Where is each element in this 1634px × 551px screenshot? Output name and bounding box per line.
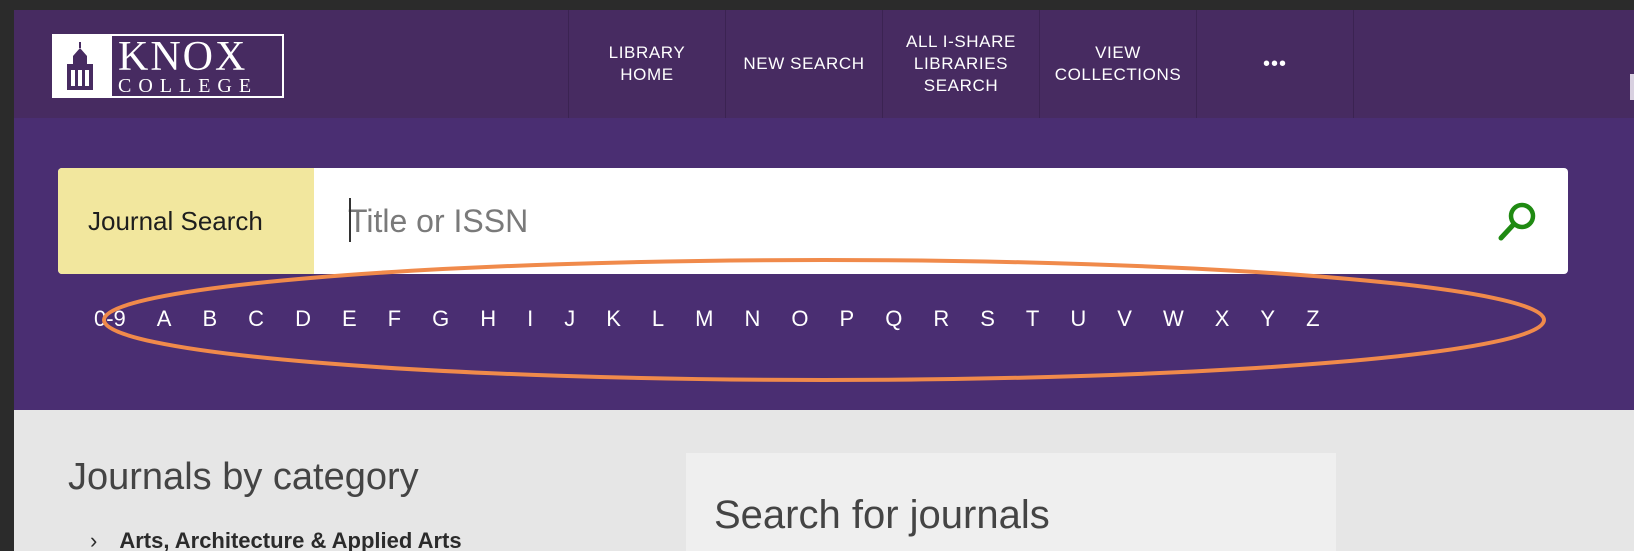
journal-search-input[interactable] [314, 168, 1468, 274]
nav-label-line: HOME [620, 65, 674, 84]
category-item-label: Arts, Architecture & Applied Arts [119, 528, 462, 551]
nav-all-ishare-search[interactable]: ALL I-SHARE LIBRARIES SEARCH [882, 10, 1039, 118]
alphabet-link-g[interactable]: G [432, 306, 449, 332]
category-item[interactable]: › Arts, Architecture & Applied Arts [90, 528, 462, 551]
nav-label-line: SEARCH [923, 76, 999, 95]
nav-label-line: LIBRARIES [913, 54, 1009, 73]
alphabet-link-s[interactable]: S [980, 306, 995, 332]
text-caret [349, 198, 351, 242]
search-button[interactable] [1468, 168, 1568, 274]
journal-search-box: Journal Search [58, 168, 1568, 274]
alphabet-link-e[interactable]: E [342, 306, 357, 332]
journal-search-label: Journal Search [58, 168, 314, 274]
search-journals-panel: Search for journals [686, 453, 1336, 551]
library-app: KNOX COLLEGE LIBRARY HOME NEW SEARCH ALL… [14, 10, 1634, 551]
nav-view-collections[interactable]: VIEW COLLECTIONS [1039, 10, 1196, 118]
alphabet-link-t[interactable]: T [1026, 306, 1039, 332]
alphabet-link-r[interactable]: R [933, 306, 949, 332]
nav-label-line: LIBRARY [608, 43, 686, 62]
screenshot-frame: KNOX COLLEGE LIBRARY HOME NEW SEARCH ALL… [0, 0, 1634, 551]
alphabet-link-c[interactable]: C [248, 306, 264, 332]
alphabet-link-a[interactable]: A [157, 306, 172, 332]
alphabet-link-0-9[interactable]: 0-9 [94, 306, 126, 332]
nav-new-search[interactable]: NEW SEARCH [725, 10, 882, 118]
alphabet-link-h[interactable]: H [480, 306, 496, 332]
alphabet-link-z[interactable]: Z [1306, 306, 1319, 332]
alphabet-link-l[interactable]: L [652, 306, 664, 332]
alphabet-link-f[interactable]: F [388, 306, 401, 332]
search-journals-heading: Search for journals [714, 493, 1050, 537]
nav-library-home[interactable]: LIBRARY HOME [568, 10, 725, 118]
alphabet-link-m[interactable]: M [695, 306, 713, 332]
alphabet-browse: 0-9 A B C D E F G H I J K L M N O P Q R S T U V W X Y Z [94, 294, 1534, 344]
alphabet-link-v[interactable]: V [1117, 306, 1132, 332]
nav-label-line: ALL I-SHARE [906, 32, 1016, 51]
content-area: Journals by category › Arts, Architectur… [14, 410, 1634, 551]
alphabet-link-k[interactable]: K [606, 306, 621, 332]
more-dots-icon: ••• [1262, 53, 1287, 75]
alphabet-link-j[interactable]: J [564, 306, 575, 332]
nav-label-line: VIEW [1095, 43, 1141, 62]
search-band: Journal Search 0-9 A B C D E F G H I J K L M N O P Q R S T U V… [14, 118, 1634, 410]
alphabet-link-x[interactable]: X [1215, 306, 1230, 332]
alphabet-link-p[interactable]: P [840, 306, 855, 332]
alphabet-link-u[interactable]: U [1070, 306, 1086, 332]
alphabet-link-o[interactable]: O [791, 306, 808, 332]
alphabet-link-n[interactable]: N [745, 306, 761, 332]
logo-wordmark: KNOX COLLEGE [112, 36, 258, 96]
nav-label-line: NEW SEARCH [743, 54, 865, 73]
nav-label-line: COLLECTIONS [1054, 65, 1182, 84]
logo-line-knox: KNOX [118, 34, 248, 80]
categories-heading: Journals by category [68, 456, 419, 498]
logo-line-college: COLLEGE [118, 75, 259, 97]
alphabet-link-b[interactable]: B [202, 306, 217, 332]
alphabet-link-i[interactable]: I [527, 306, 533, 332]
top-header: KNOX COLLEGE LIBRARY HOME NEW SEARCH ALL… [14, 10, 1634, 118]
alphabet-link-q[interactable]: Q [885, 306, 902, 332]
header-edge-marker [1630, 74, 1634, 100]
knox-college-logo[interactable]: KNOX COLLEGE [52, 34, 284, 98]
alphabet-link-d[interactable]: D [295, 306, 311, 332]
alphabet-link-y[interactable]: Y [1260, 306, 1275, 332]
tower-icon [54, 36, 112, 96]
more-menu-button[interactable]: ••• [1196, 10, 1354, 118]
alphabet-link-w[interactable]: W [1163, 306, 1184, 332]
search-icon [1498, 202, 1536, 241]
chevron-right-icon: › [90, 528, 98, 551]
main-nav: LIBRARY HOME NEW SEARCH ALL I-SHARE LIBR… [568, 10, 1354, 118]
